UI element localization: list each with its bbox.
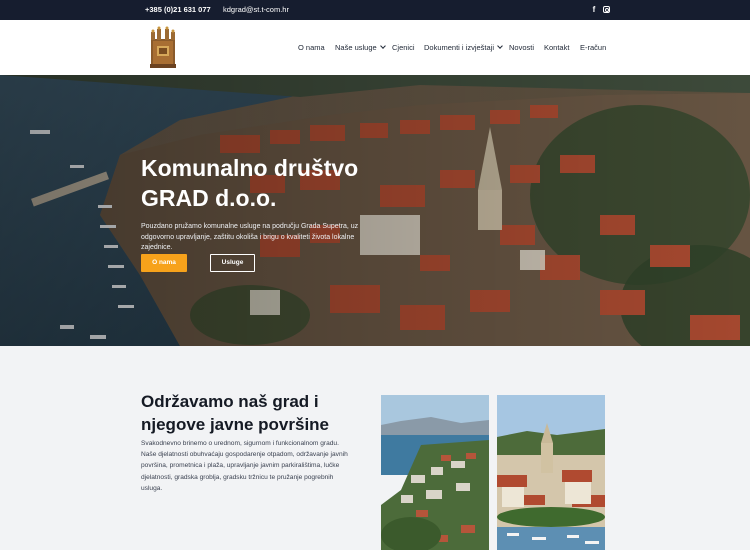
top-bar: +385 (0)21 631 077 kdgrad@st.t-com.hr f: [0, 0, 750, 20]
facebook-icon[interactable]: f: [589, 4, 599, 15]
nav-item-e-racun[interactable]: E-račun: [580, 43, 606, 52]
section-title: Održavamo naš grad i njegove javne površ…: [141, 392, 330, 434]
chevron-down-icon: [497, 43, 503, 49]
town-photo: [497, 395, 605, 550]
nav-item-novosti[interactable]: Novosti: [509, 43, 534, 52]
site-header: O nama Naše usluge Cjenici Dokumenti i i…: [0, 20, 750, 75]
nav-item-nase-usluge[interactable]: Naše usluge: [335, 43, 386, 52]
nav-item-dokumenti[interactable]: Dokumenti i izvještaji: [424, 43, 503, 52]
hero-banner: Komunalno društvo GRAD d.o.o. Pouzdano p…: [0, 75, 750, 346]
hero-title: Komunalno društvo GRAD d.o.o.: [141, 155, 359, 211]
nav-item-cjenici[interactable]: Cjenici: [392, 43, 415, 52]
section-description: Svakodnevno brinemo o urednom, sigurnom …: [141, 440, 348, 492]
company-logo[interactable]: [148, 26, 178, 69]
instagram-icon[interactable]: [601, 4, 611, 15]
about-section: Održavamo naš grad i njegove javne površ…: [0, 346, 750, 550]
o-nama-button[interactable]: O nama: [141, 254, 187, 272]
hero-description: Pouzdano pružamo komunalne usluge na pod…: [141, 223, 359, 251]
phone-link[interactable]: +385 (0)21 631 077: [145, 5, 211, 14]
nav-item-o-nama[interactable]: O nama: [298, 43, 325, 52]
usluge-button[interactable]: Usluge: [210, 254, 255, 272]
email-link[interactable]: kdgrad@st.t-com.hr: [223, 5, 289, 14]
chevron-down-icon: [379, 43, 386, 49]
nav-item-kontakt[interactable]: Kontakt: [544, 43, 569, 52]
coast-photo: [381, 395, 489, 550]
